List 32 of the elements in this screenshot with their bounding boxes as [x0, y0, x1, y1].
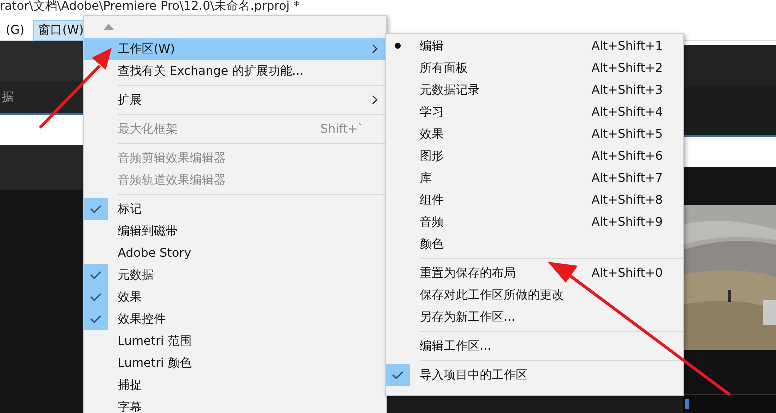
menu-item[interactable]: 编辑工作区...: [386, 335, 683, 357]
window-title: rator\文档\Adobe\Premiere Pro\12.0\未命名.prproj *: [0, 0, 300, 12]
menu-item[interactable]: 效果: [84, 286, 386, 308]
menu-item[interactable]: 导入项目中的工作区: [386, 364, 683, 386]
menu-item[interactable]: 库 Alt+Shift+7: [386, 167, 683, 189]
menu-item[interactable]: 元数据记录 Alt+Shift+3: [386, 79, 683, 101]
panel-tab[interactable]: 据: [0, 88, 14, 106]
menu-item[interactable]: 组件 Alt+Shift+8: [386, 189, 683, 211]
menu-item[interactable]: 查找有关 Exchange 的扩展功能...: [84, 60, 386, 82]
menu-item[interactable]: 标记: [84, 198, 386, 220]
menu-item[interactable]: 重置为保存的布局 Alt+Shift+0: [386, 262, 683, 284]
menu-item[interactable]: 元数据: [84, 264, 386, 286]
menu-item[interactable]: Adobe Story: [84, 242, 386, 264]
menu-item[interactable]: 颜色: [386, 233, 683, 255]
menu-item[interactable]: 扩展: [84, 89, 386, 111]
menu-bar-item[interactable]: (G): [0, 21, 31, 39]
menu-item[interactable]: Lumetri 颜色: [84, 352, 386, 374]
menu-item[interactable]: 字幕: [84, 396, 386, 413]
menu-item[interactable]: 学习 Alt+Shift+4: [386, 101, 683, 123]
menu-item[interactable]: 所有面板 Alt+Shift+2: [386, 57, 683, 79]
menu-item[interactable]: 图形 Alt+Shift+6: [386, 145, 683, 167]
menu-item[interactable]: 工作区(W): [84, 38, 386, 60]
scroll-up-icon[interactable]: [104, 24, 114, 30]
menu-item[interactable]: Lumetri 范围: [84, 330, 386, 352]
menu-item[interactable]: 保存对此工作区所做的更改: [386, 284, 683, 306]
menu-item[interactable]: 效果控件: [84, 308, 386, 330]
menu-item[interactable]: 效果 Alt+Shift+5: [386, 123, 683, 145]
menu-item[interactable]: 另存为新工作区...: [386, 306, 683, 328]
menu-item[interactable]: 编辑 Alt+Shift+1: [386, 35, 683, 57]
menu-item[interactable]: 编辑到磁带: [84, 220, 386, 242]
menu-item[interactable]: 捕捉: [84, 374, 386, 396]
menu-item[interactable]: 音频 Alt+Shift+9: [386, 211, 683, 233]
